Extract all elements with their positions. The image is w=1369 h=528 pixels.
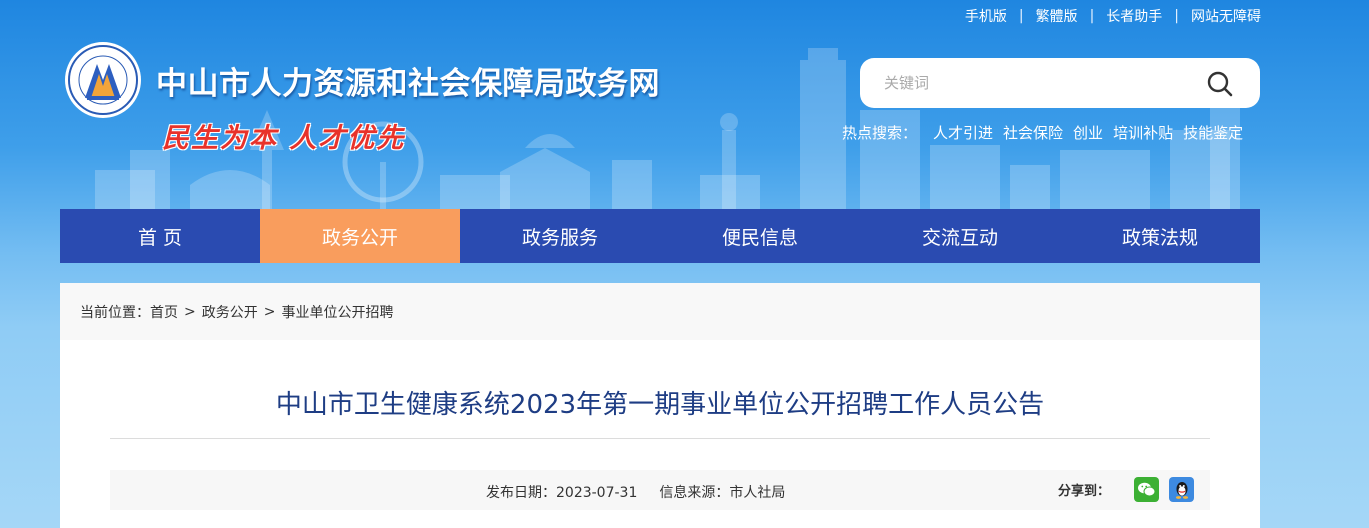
elderly-assistant-link[interactable]: 长者助手 (1094, 6, 1174, 26)
slogan: 民生为本 人才优先 (162, 123, 406, 154)
wechat-share-icon[interactable] (1134, 477, 1159, 502)
breadcrumb-label: 当前位置： (80, 304, 150, 321)
qq-share-icon[interactable] (1169, 477, 1194, 502)
traditional-chinese-link[interactable]: 繁體版 (1024, 6, 1090, 26)
share-label: 分享到： (1057, 484, 1110, 499)
source-value: 市人社局 (729, 485, 786, 501)
nav-item-interaction[interactable]: 交流互动 (860, 209, 1060, 263)
source-label: 信息来源： (659, 485, 730, 501)
hotword-training-subsidy[interactable]: 培训补贴 (1113, 122, 1173, 143)
breadcrumb-recruitment[interactable]: 事业单位公开招聘 (281, 302, 393, 322)
bureau-logo-icon[interactable] (63, 40, 143, 120)
breadcrumb-government-affairs[interactable]: 政务公开 (202, 302, 258, 322)
main-nav: 首 页 政务公开 政务服务 便民信息 交流互动 政策法规 (60, 209, 1260, 263)
search-icon[interactable] (1206, 70, 1234, 98)
nav-item-government-affairs[interactable]: 政务公开 (260, 209, 460, 263)
hotword-talent-introduction[interactable]: 人才引进 (933, 122, 993, 143)
nav-item-government-services[interactable]: 政务服务 (460, 209, 660, 263)
breadcrumb-separator: > (184, 303, 196, 320)
content-panel: 当前位置： 首页 > 政务公开 > 事业单位公开招聘 中山市卫生健康系统2023… (60, 283, 1260, 528)
hotword-social-insurance[interactable]: 社会保险 (1003, 122, 1063, 143)
accessibility-link[interactable]: 网站无障碍 (1179, 6, 1261, 26)
site-title: 中山市人力资源和社会保障局政务网 (156, 66, 660, 102)
mobile-version-link[interactable]: 手机版 (953, 6, 1019, 26)
hotword-skill-appraisal[interactable]: 技能鉴定 (1183, 122, 1243, 143)
top-links-bar: 手机版 | 繁體版 | 长者助手 | 网站无障碍 (953, 6, 1261, 26)
nav-item-home[interactable]: 首 页 (60, 209, 260, 263)
publish-date: 2023-07-31 (556, 485, 638, 501)
publish-date-label: 发布日期： (486, 485, 556, 501)
breadcrumb-separator: > (263, 303, 276, 320)
search-input[interactable] (884, 74, 1184, 92)
breadcrumb-home[interactable]: 首页 (150, 302, 178, 322)
hotword-entrepreneurship[interactable]: 创业 (1073, 122, 1103, 143)
breadcrumb: 当前位置： 首页 > 政务公开 > 事业单位公开招聘 (60, 283, 1260, 340)
article-title: 中山市卫生健康系统2023年第一期事业单位公开招聘工作人员公告 (275, 390, 1045, 420)
hot-search-bar: 热点搜索： 人才引进 社会保险 创业 培训补贴 技能鉴定 (842, 122, 1262, 143)
nav-item-public-information[interactable]: 便民信息 (660, 209, 860, 263)
share-bar: 分享到： (1058, 477, 1194, 502)
article-meta: 发布日期：2023-07-31 信息来源：市人社局 (486, 482, 785, 502)
hot-search-label: 热点搜索： (842, 124, 918, 142)
nav-item-policies[interactable]: 政策法规 (1060, 209, 1260, 263)
article-meta-bar: 发布日期：2023-07-31 信息来源：市人社局 分享到： (110, 470, 1210, 510)
search-box (860, 58, 1260, 108)
title-divider (110, 438, 1210, 439)
